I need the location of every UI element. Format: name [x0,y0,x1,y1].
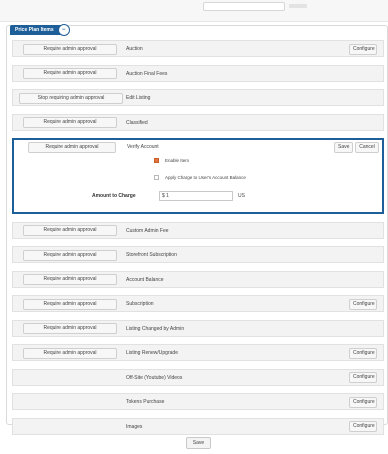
item-label: Listing Renew/Upgrade [126,350,178,356]
item-label: Listing Changed by Admin [126,325,185,332]
configure-button[interactable]: Configure [349,396,377,408]
list-item-account-balance: Require admin approval Account Balance [12,270,384,288]
require-admin-approval-button[interactable]: Require admin approval [28,142,116,153]
item-label: Storefront Subscription [126,252,177,258]
enable-item-option: Enable Item [154,158,189,163]
require-admin-approval-button[interactable]: Require admin approval [23,347,117,359]
item-label: Auction [126,46,143,52]
cancel-item-button[interactable]: Cancel [355,142,379,153]
configure-button[interactable]: Configure [349,298,377,310]
amount-to-charge-input[interactable] [159,191,233,201]
require-admin-approval-button[interactable]: Require admin approval [23,225,117,236]
list-item-tokens-purchase: Tokens Purchase Configure [12,393,384,410]
top-search-input[interactable] [203,2,285,11]
item-label: Images [126,423,143,430]
require-admin-approval-button[interactable]: Require admin approval [23,249,117,261]
list-item-edit-listing: Stop requiring admin approval Edit Listi… [12,89,384,106]
list-item-images: Images Configure [12,417,384,435]
item-label: Classified [126,119,148,126]
list-item-auction-final-fees: Require admin approval Auction Final Fee… [12,64,384,82]
configure-button[interactable]: Configure [349,372,377,383]
configure-button[interactable]: Configure [349,43,377,55]
currency-unit: US [238,193,245,199]
panel-title-tab: Price Plan Items − [10,24,70,36]
top-toolbar [0,0,388,22]
item-label: Tokens Purchase [126,399,165,405]
require-admin-approval-button[interactable]: Require admin approval [23,323,117,334]
apply-charge-option: Apply Charge to User's Account Balance [154,175,246,180]
apply-charge-checkbox[interactable] [154,175,159,180]
item-label: Off-Site (Youtube) Videos [126,374,183,381]
amount-to-charge-label: Amount to Charge [92,193,136,199]
list-item-subscription: Require admin approval Subscription Conf… [12,295,384,312]
item-label: Custom Admin Fee [126,227,169,234]
top-go-button[interactable] [289,4,307,8]
save-item-button[interactable]: Save [334,142,353,153]
list-item-classified: Require admin approval Classified [12,113,384,131]
list-item-listing-changed-by-admin: Require admin approval Listing Changed b… [12,319,384,337]
panel-title: Price Plan Items [15,27,54,33]
require-admin-approval-button[interactable]: Require admin approval [23,274,117,285]
require-admin-approval-button[interactable]: Require admin approval [23,68,117,79]
price-plan-items-list: Require admin approval Auction Configure… [12,40,384,442]
apply-charge-label: Apply Charge to User's Account Balance [165,175,246,180]
list-item-offsite-videos: Off-Site (Youtube) Videos Configure [12,368,384,386]
list-item-listing-renew-upgrade: Require admin approval Listing Renew/Upg… [12,344,384,361]
list-item-auction: Require admin approval Auction Configure [12,40,384,57]
item-label: Verify Account [127,144,159,150]
item-label: Edit Listing [126,95,151,101]
list-item-storefront-subscription: Require admin approval Storefront Subscr… [12,246,384,263]
require-admin-approval-button[interactable]: Require admin approval [23,43,117,55]
collapse-icon[interactable]: − [57,24,70,36]
require-admin-approval-button[interactable]: Require admin approval [23,298,117,310]
save-button[interactable]: Save [186,437,211,449]
item-label: Subscription [126,301,154,307]
list-item-verify-account-expanded: Require admin approval Verify Account Sa… [12,138,384,214]
configure-button[interactable]: Configure [349,421,377,432]
require-admin-approval-button[interactable]: Require admin approval [23,117,117,128]
item-label: Auction Final Fees [126,70,168,77]
list-item-custom-admin-fee: Require admin approval Custom Admin Fee [12,221,384,239]
enable-item-checkbox[interactable] [154,158,159,163]
item-label: Account Balance [126,276,164,283]
configure-button[interactable]: Configure [349,347,377,359]
enable-item-label: Enable Item [165,158,190,163]
stop-requiring-admin-approval-button[interactable]: Stop requiring admin approval [19,92,123,104]
